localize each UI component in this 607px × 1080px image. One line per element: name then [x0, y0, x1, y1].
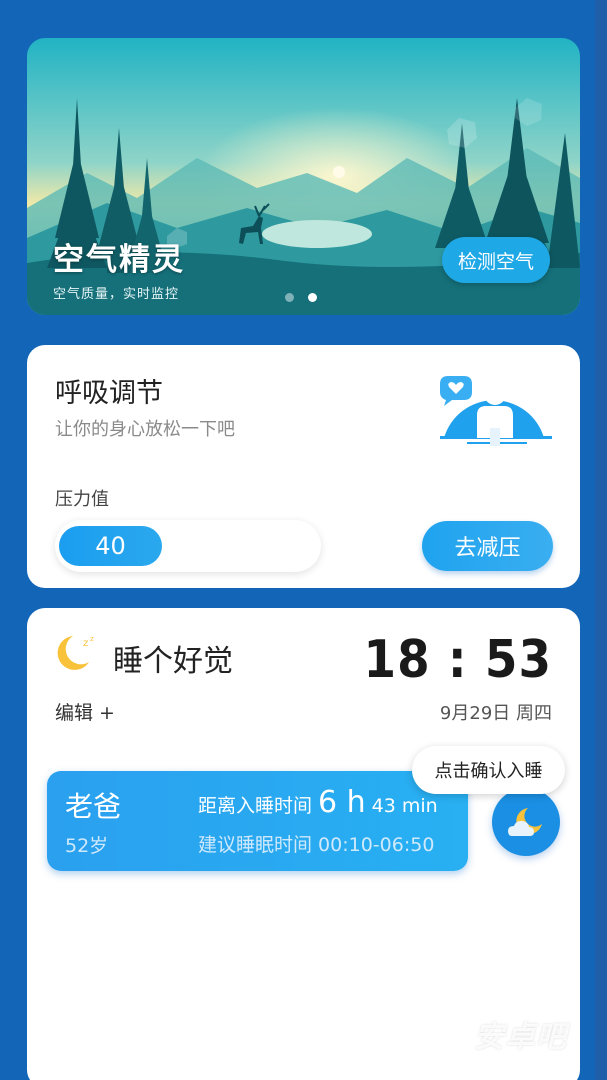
pager-dot-1[interactable] [285, 293, 294, 302]
breathing-title: 呼吸调节 [55, 378, 163, 409]
time-to-sleep-label: 距离入睡时间 [198, 795, 313, 817]
moon-sleep-icon: z z [55, 632, 99, 676]
confirm-sleep-button[interactable] [492, 788, 560, 856]
banner-subtitle: 空气质量，实时监控 [53, 287, 180, 302]
sleep-title: 睡个好觉 [113, 644, 233, 679]
detect-air-button[interactable]: 检测空气 [442, 237, 550, 283]
app-screen: 空气精灵 空气质量，实时监控 检测空气 呼吸调节 让你的身心放松一下吧 压力值 [0, 0, 607, 1080]
banner-pager [285, 293, 317, 302]
air-banner[interactable]: 空气精灵 空气质量，实时监控 检测空气 [27, 38, 580, 315]
svg-text:z: z [90, 635, 94, 643]
svg-text:z: z [83, 638, 88, 649]
family-member-card[interactable]: 老爸 52岁 距离入睡时间 6 h 43 min 建议睡眠时间 00:10-06… [47, 771, 468, 871]
clock-date: 9月29日 周四 [439, 703, 552, 724]
suggested-sleep-time: 建议睡眠时间 00:10-06:50 [198, 834, 435, 856]
time-to-sleep-minutes: 43 min [371, 795, 438, 817]
breathing-card[interactable]: 呼吸调节 让你的身心放松一下吧 压力值 40 去减压 [27, 345, 580, 588]
breathing-subtitle: 让你的身心放松一下吧 [55, 419, 235, 440]
pressure-bar[interactable]: 40 [55, 520, 321, 572]
moon-cloud-icon [508, 808, 542, 836]
pressure-label: 压力值 [55, 489, 109, 510]
pressure-value: 40 [59, 526, 162, 566]
person-heart-icon [432, 370, 557, 456]
relieve-stress-button[interactable]: 去减压 [422, 521, 553, 571]
sleep-card: z z 睡个好觉 编辑 + 18 : 53 9月29日 周四 老爸 52岁 距离… [27, 608, 580, 1080]
watermark-url: www.anzhuo8.com [480, 1048, 556, 1057]
edge-strip [595, 0, 607, 1080]
member-age: 52岁 [65, 835, 109, 857]
time-to-sleep: 距离入睡时间 6 h 43 min [198, 785, 438, 820]
confirm-sleep-tooltip[interactable]: 点击确认入睡 [412, 746, 565, 794]
pager-dot-2[interactable] [308, 293, 317, 302]
member-name: 老爸 [65, 790, 122, 823]
time-to-sleep-hours: 6 h [318, 785, 366, 820]
clock-time: 18 : 53 [363, 630, 552, 690]
banner-title: 空气精灵 [53, 242, 185, 278]
edit-button[interactable]: 编辑 + [55, 698, 115, 725]
